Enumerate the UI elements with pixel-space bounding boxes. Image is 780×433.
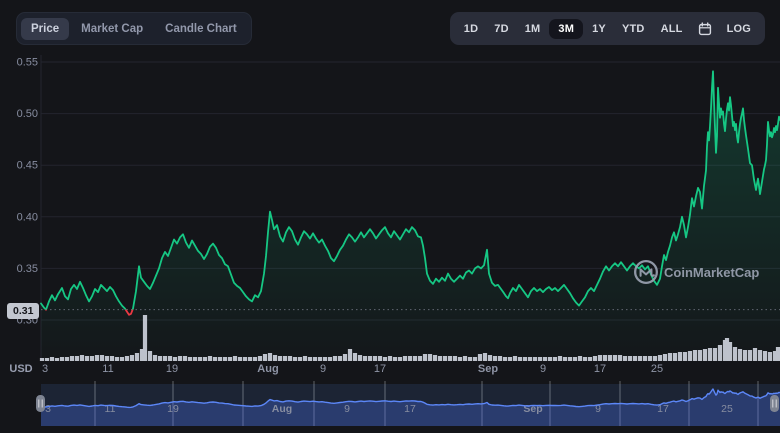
x-axis-label: 17 [374, 363, 386, 375]
nav-axis-label: 9 [344, 403, 350, 415]
coinmarketcap-logo-icon [633, 259, 659, 285]
currency-label: USD [9, 363, 32, 375]
x-axis-label: 25 [651, 363, 663, 375]
chart-canvas[interactable]: 0.550.500.450.400.350.30USD 3 11 19 Aug 9 17 Se… [0, 0, 780, 433]
x-axis-label: 17 [594, 363, 606, 375]
x-axis-label: 19 [166, 363, 178, 375]
navigator[interactable]: 3 11 19 Aug 9 17 Sep 9 17 25 [36, 381, 780, 426]
nav-axis-label: 25 [721, 403, 733, 415]
price-area-fill [41, 71, 780, 362]
x-axis-label: Sep [478, 363, 498, 375]
watermark-text: CoinMarketCap [664, 264, 760, 280]
nav-axis-label: Aug [272, 403, 292, 415]
x-axis-label: 9 [320, 363, 326, 375]
watermark: CoinMarketCap [633, 259, 759, 285]
y-axis-label: 0.40 [17, 211, 38, 223]
current-price-badge: 0.31 [7, 303, 40, 319]
y-axis-label: 0.50 [17, 108, 38, 120]
price-chart-widget: 0.55 0.50 0.45 0.40 0.35 0.30 USD 3 11 19 Aug 9 17 Se… [0, 0, 780, 433]
x-axis-label: Aug [257, 363, 278, 375]
y-axis-label: 0.45 [17, 160, 38, 172]
navigator-handle-right[interactable] [770, 395, 779, 412]
nav-axis-label: 19 [167, 403, 179, 415]
x-axis: USD 3 11 19 Aug 9 17 Sep 9 17 25 [9, 363, 663, 375]
y-axis-label: 0.35 [17, 263, 38, 275]
nav-axis-label: 3 [45, 403, 51, 415]
y-axis-label: 0.55 [17, 57, 38, 69]
nav-axis-label: 17 [404, 403, 416, 415]
x-axis-label: 11 [102, 363, 113, 375]
x-axis-label: 9 [540, 363, 546, 375]
navigator-handle-left[interactable] [36, 395, 45, 412]
x-axis-label: 3 [42, 363, 48, 375]
